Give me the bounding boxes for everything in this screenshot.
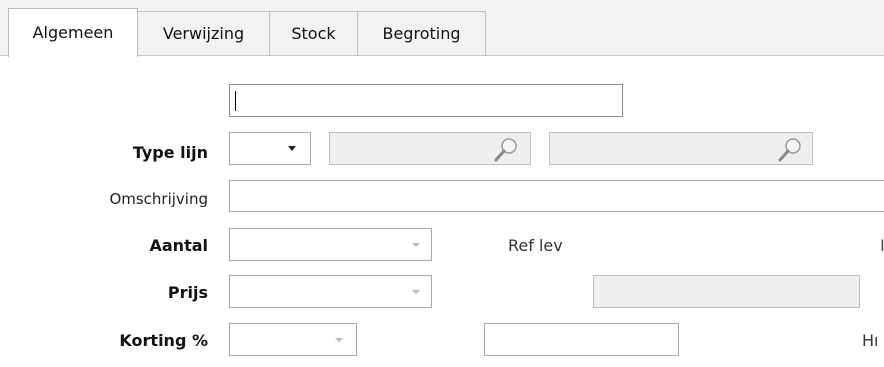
aantal-spin-field[interactable] [229,228,432,261]
korting-spin-field[interactable] [229,323,357,356]
korting-label: Korting % [119,331,208,350]
chevron-down-icon[interactable] [288,146,296,151]
tab-begroting[interactable]: Begroting [357,11,486,55]
truncated-right-marker: I [880,236,884,255]
magnifier-icon[interactable] [492,136,520,164]
type-lijn-select[interactable] [229,132,311,165]
omschrijving-label: Omschrijving [109,190,208,208]
ref-lev-field[interactable] [593,275,860,308]
ref-lev-label: Ref lev [508,236,563,255]
truncated-right-label: Hı [862,331,879,350]
omschrijving-field[interactable] [229,180,884,212]
type-lijn-search-field-2[interactable] [549,132,813,165]
chevron-down-icon[interactable] [412,290,420,294]
tab-algemeen[interactable]: Algemeen [8,8,138,57]
tab-stock[interactable]: Stock [269,11,358,55]
text-cursor [235,91,236,111]
tab-verwijzing[interactable]: Verwijzing [137,11,270,55]
magnifier-icon[interactable] [776,136,804,164]
chevron-down-icon[interactable] [412,243,420,247]
aantal-label: Aantal [149,236,209,255]
chevron-down-icon[interactable] [335,338,343,342]
top-text-field[interactable] [229,84,623,117]
type-lijn-label: Type lijn [132,143,208,162]
type-lijn-search-field-1[interactable] [329,132,531,165]
korting-extra-field[interactable] [484,323,679,356]
prijs-label: Prijs [167,283,208,302]
tab-bar: Algemeen Verwijzing Stock Begroting [0,0,884,57]
prijs-spin-field[interactable] [229,275,432,308]
